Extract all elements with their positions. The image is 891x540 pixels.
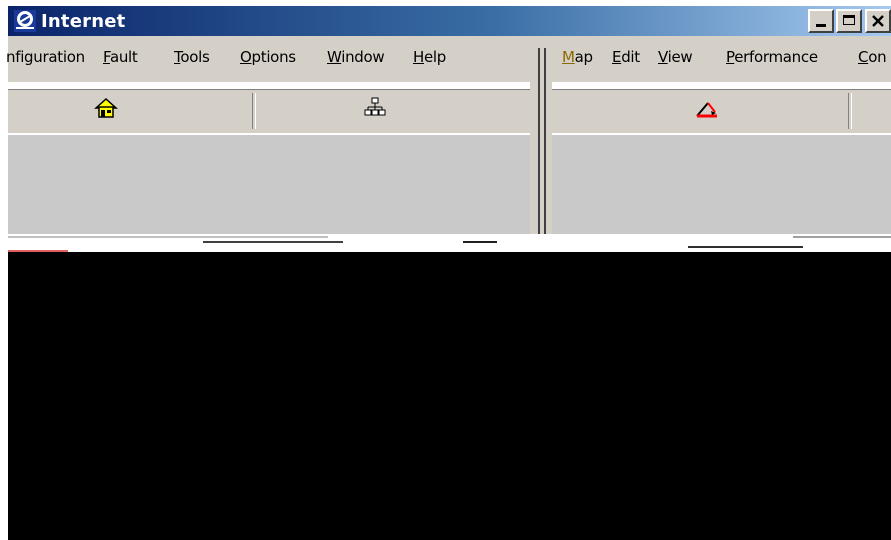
- menu-edit[interactable]: Edit: [612, 48, 640, 66]
- menu-map[interactable]: Map: [562, 48, 593, 66]
- right-workspace[interactable]: [552, 134, 891, 235]
- caption-buttons: [806, 9, 891, 33]
- menu-tools[interactable]: Tools: [174, 48, 210, 66]
- render-artifact-strip: [8, 234, 891, 252]
- maximize-icon: [843, 15, 855, 25]
- menu-window[interactable]: Window: [327, 48, 385, 66]
- pane-splitter[interactable]: [530, 48, 552, 234]
- home-icon[interactable]: [94, 97, 118, 124]
- network-tree-icon[interactable]: [364, 97, 386, 124]
- unrendered-area: [8, 252, 891, 540]
- close-icon: [872, 15, 884, 27]
- left-workspace[interactable]: [8, 134, 530, 235]
- right-toolbar: [552, 88, 891, 133]
- title-bar[interactable]: Internet: [8, 6, 891, 36]
- close-button[interactable]: [865, 9, 891, 33]
- app-logo-icon: [12, 9, 38, 33]
- left-toolbar: [8, 88, 530, 133]
- toolbar-separator: [252, 93, 256, 129]
- edit-triangle-icon[interactable]: [695, 99, 719, 124]
- menu-view[interactable]: View: [658, 48, 693, 66]
- menu-performance[interactable]: Performance: [726, 48, 818, 66]
- minimize-button[interactable]: [808, 9, 834, 33]
- menu-help[interactable]: Help: [413, 48, 446, 66]
- toolbar-separator-right: [848, 93, 852, 129]
- minimize-icon: [816, 24, 826, 27]
- menu-configuration[interactable]: nfiguration: [6, 48, 85, 66]
- maximize-button[interactable]: [836, 9, 862, 33]
- app-window: Internet nfiguration Fault Tools Options…: [0, 0, 891, 540]
- menu-configuration-right[interactable]: Con: [858, 48, 887, 66]
- window-title: Internet: [41, 10, 126, 32]
- menu-options[interactable]: Options: [240, 48, 296, 66]
- menu-fault[interactable]: Fault: [103, 48, 138, 66]
- menu-bar: nfiguration Fault Tools Options Window H…: [6, 36, 891, 82]
